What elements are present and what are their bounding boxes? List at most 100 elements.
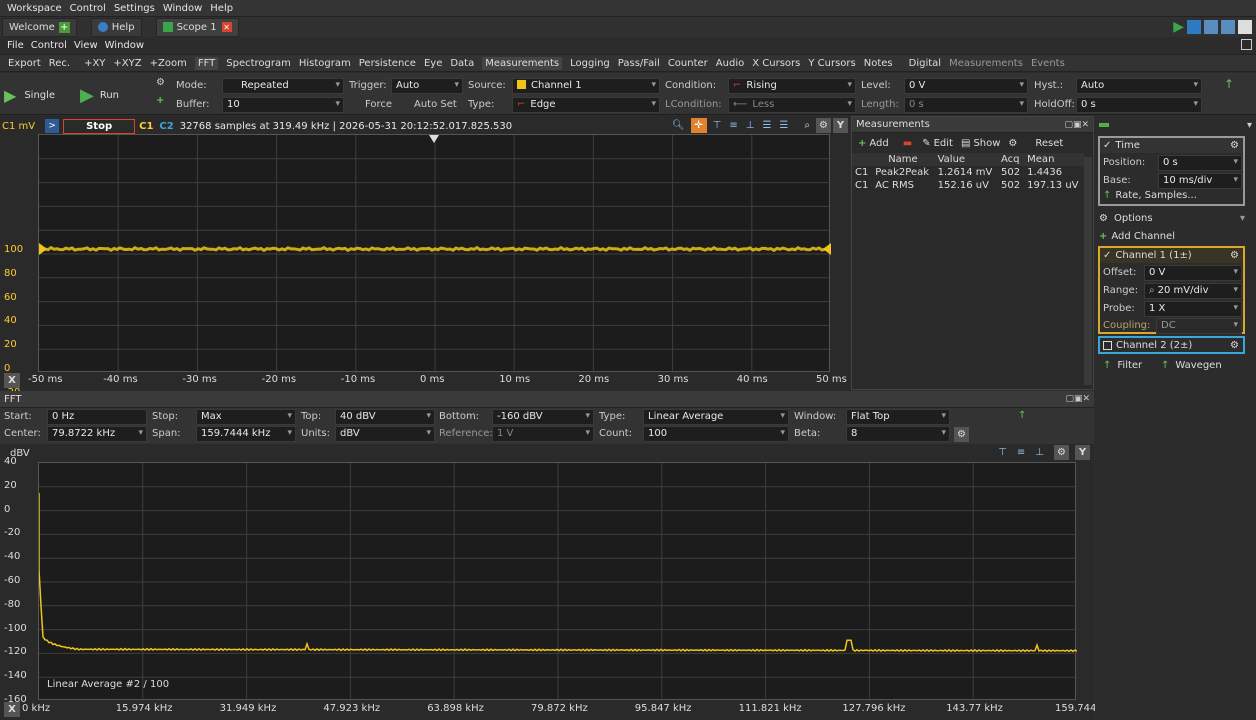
- ground-marker-left[interactable]: [39, 243, 47, 255]
- tool-measurements-2[interactable]: Measurements: [949, 58, 1023, 69]
- settings-icon[interactable]: ⚙: [1054, 445, 1069, 460]
- rate-samples-button[interactable]: ↑ Rate, Samples...: [1103, 190, 1197, 201]
- col-name[interactable]: Name: [872, 153, 934, 166]
- channel-2-box[interactable]: Channel 2 (2±) ⚙: [1098, 336, 1245, 354]
- tool-export[interactable]: Export: [8, 58, 41, 69]
- fft-start-input[interactable]: 0 Hz: [47, 409, 147, 425]
- fft-bottom-input[interactable]: -160 dBV: [492, 409, 594, 425]
- fft-plot[interactable]: Linear Average #2 / 100: [38, 462, 1077, 701]
- tool-audio[interactable]: Audio: [716, 58, 744, 69]
- tool-fft[interactable]: FFT: [194, 56, 219, 70]
- remove-icon[interactable]: ▬: [903, 138, 912, 149]
- trigger-select[interactable]: Auto: [391, 78, 463, 94]
- trigger-position-marker[interactable]: [429, 135, 439, 143]
- add-icon[interactable]: +: [156, 95, 164, 106]
- pin-icon[interactable]: ↑: [1224, 77, 1234, 91]
- col-value[interactable]: Value: [935, 153, 998, 166]
- play-icon[interactable]: ▶: [1173, 19, 1184, 35]
- pin-icon[interactable]: ↑: [1018, 410, 1026, 421]
- fft-type-select[interactable]: Linear Average: [643, 409, 789, 425]
- fft-reference-input[interactable]: 1 V: [492, 426, 594, 442]
- fft-beta-input[interactable]: 8: [846, 426, 950, 442]
- c1-tag[interactable]: C1: [139, 121, 153, 132]
- lines-icon[interactable]: ☰: [762, 120, 771, 131]
- lcondition-select[interactable]: ⟵ Less: [728, 97, 856, 113]
- align-top-icon[interactable]: ⊤: [998, 447, 1007, 458]
- tool-rec[interactable]: Rec.: [49, 58, 70, 69]
- tab-scope-1[interactable]: Scope 1 ✕: [155, 17, 239, 37]
- tool-persistence[interactable]: Persistence: [359, 58, 416, 69]
- align-middle-icon[interactable]: ≡: [1017, 447, 1025, 458]
- checkbox-icon[interactable]: [1103, 340, 1112, 350]
- single-button[interactable]: ▶ Single: [4, 81, 72, 109]
- add-measure-button[interactable]: Add: [869, 138, 888, 149]
- tool-events[interactable]: Events: [1031, 58, 1065, 69]
- col-acq[interactable]: Acq: [998, 153, 1024, 166]
- menu-window[interactable]: Window: [163, 3, 202, 14]
- tool-xy[interactable]: +XY: [84, 58, 105, 69]
- settings-icon[interactable]: ⚙: [1230, 340, 1239, 351]
- edit-icon[interactable]: ✎: [922, 138, 930, 149]
- fft-window-select[interactable]: Flat Top: [846, 409, 950, 425]
- table-row[interactable]: C1 Peak2Peak 1.2614 mV 502 1.4436: [852, 166, 1084, 179]
- add-channel-button[interactable]: + Add Channel: [1099, 228, 1249, 244]
- channel-2-header[interactable]: Channel 2 (2±) ⚙: [1100, 338, 1243, 352]
- menu-control[interactable]: Control: [70, 3, 106, 14]
- source-select[interactable]: Channel 1: [512, 78, 660, 94]
- length-input[interactable]: 0 s: [904, 97, 1028, 113]
- close-icon[interactable]: ✕: [221, 22, 232, 32]
- base-input[interactable]: 10 ms/div: [1158, 173, 1242, 189]
- wavegen-button[interactable]: ↑ Wavegen: [1161, 357, 1222, 373]
- col-mean[interactable]: Mean: [1024, 153, 1084, 166]
- settings-icon[interactable]: ⚙: [954, 427, 969, 442]
- menu-view[interactable]: View: [74, 40, 98, 51]
- reset-measure-button[interactable]: Reset: [1035, 138, 1063, 149]
- tool-measurements[interactable]: Measurements: [482, 56, 563, 70]
- menu-control-2[interactable]: Control: [31, 40, 67, 51]
- tool-data[interactable]: Data: [450, 58, 474, 69]
- window-buttons-icon[interactable]: ▢▣✕: [1064, 120, 1089, 130]
- fft-center-input[interactable]: 79.8722 kHz: [47, 426, 147, 442]
- align-middle-icon[interactable]: ≡: [729, 120, 737, 131]
- windows-icon[interactable]: [1204, 20, 1218, 34]
- menu-workspace[interactable]: Workspace: [7, 3, 62, 14]
- stop-square-icon[interactable]: [1187, 20, 1201, 34]
- fft-top-input[interactable]: 40 dBV: [335, 409, 435, 425]
- tool-xcursors[interactable]: X Cursors: [752, 58, 800, 69]
- settings-icon[interactable]: ⚙: [1230, 140, 1239, 151]
- restore-icon[interactable]: [1241, 39, 1252, 50]
- fft-stop-input[interactable]: Max: [196, 409, 296, 425]
- tool-zoom[interactable]: +Zoom: [150, 58, 187, 69]
- measurements-scrollbar[interactable]: [1084, 157, 1092, 385]
- y-axis-button[interactable]: Y: [833, 118, 848, 133]
- zoom-icon[interactable]: 🔍︎: [672, 120, 685, 131]
- layout-icon[interactable]: [1221, 20, 1235, 34]
- show-icon[interactable]: ▤: [961, 138, 970, 149]
- tool-logging[interactable]: Logging: [570, 58, 610, 69]
- fft-span-input[interactable]: 159.7444 kHz: [196, 426, 296, 442]
- condition-select[interactable]: ⌐ Rising: [728, 78, 856, 94]
- align-bottom-icon[interactable]: ⊥: [746, 120, 755, 131]
- range-input[interactable]: ⌕ 20 mV/div: [1144, 283, 1242, 299]
- restore-icon[interactable]: [1238, 20, 1252, 34]
- tool-counter[interactable]: Counter: [668, 58, 708, 69]
- tool-passfail[interactable]: Pass/Fail: [618, 58, 660, 69]
- force-button[interactable]: Force: [365, 99, 392, 110]
- tool-notes[interactable]: Notes: [864, 58, 893, 69]
- collapse-icon[interactable]: ▾: [1247, 120, 1252, 131]
- hyst-input[interactable]: Auto: [1076, 78, 1202, 94]
- menu-help[interactable]: Help: [210, 3, 233, 14]
- x-axis-button[interactable]: X: [4, 702, 20, 717]
- settings-icon[interactable]: ⚙: [1230, 250, 1239, 261]
- position-input[interactable]: 0 s: [1158, 155, 1242, 171]
- autoset-button[interactable]: Auto Set: [414, 99, 457, 110]
- tool-spectrogram[interactable]: Spectrogram: [226, 58, 291, 69]
- options-row[interactable]: ⚙ Options ▾: [1099, 210, 1249, 226]
- filter-button[interactable]: ↑ Filter: [1103, 357, 1142, 373]
- tool-histogram[interactable]: Histogram: [299, 58, 351, 69]
- table-row[interactable]: C1 AC RMS 152.16 uV 502 197.13 uV: [852, 179, 1084, 192]
- menu-window-2[interactable]: Window: [105, 40, 144, 51]
- edit-measure-button[interactable]: Edit: [934, 138, 953, 149]
- add-measure-icon[interactable]: +: [858, 138, 866, 149]
- expand-icon[interactable]: >: [45, 119, 60, 133]
